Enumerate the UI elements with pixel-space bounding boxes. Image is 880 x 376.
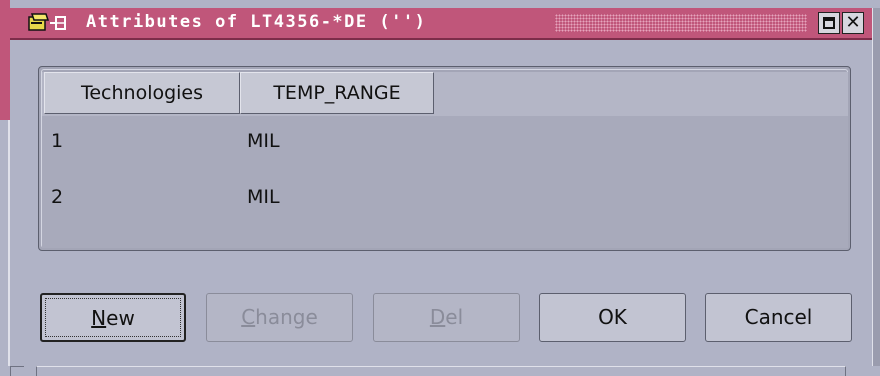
title-bar-pattern bbox=[555, 14, 807, 32]
pin-icon bbox=[50, 16, 66, 30]
temp-range-value[interactable]: MIL bbox=[247, 130, 280, 152]
window-frame-bottom bbox=[0, 366, 880, 376]
attributes-dialog: Attributes of LT4356-*DE ('') ✕ Technolo… bbox=[0, 0, 880, 376]
maximize-button[interactable] bbox=[818, 12, 840, 34]
delete-button-mnemonic: D bbox=[429, 305, 446, 329]
close-icon: ✕ bbox=[845, 12, 861, 33]
delete-button-label: el bbox=[445, 305, 464, 329]
change-button[interactable]: Change bbox=[206, 293, 353, 342]
table-row[interactable]: 2 MIL bbox=[42, 172, 848, 228]
window-frame-right bbox=[872, 8, 880, 376]
window-title: Attributes of LT4356-*DE ('') bbox=[86, 12, 427, 32]
row-index: 1 bbox=[51, 130, 64, 152]
folder-icon bbox=[28, 13, 50, 31]
focus-indicator bbox=[45, 298, 181, 337]
change-button-mnemonic: C bbox=[241, 305, 256, 329]
new-button[interactable]: New bbox=[40, 293, 186, 342]
column-header-technologies[interactable]: Technologies bbox=[44, 72, 240, 114]
resize-handle-bottom[interactable] bbox=[36, 366, 846, 376]
row-index: 2 bbox=[51, 186, 64, 208]
cancel-button[interactable]: Cancel bbox=[705, 293, 852, 342]
column-header-temp-range[interactable]: TEMP_RANGE bbox=[240, 72, 434, 114]
temp-range-value[interactable]: MIL bbox=[247, 186, 280, 208]
ok-button[interactable]: OK bbox=[539, 293, 686, 342]
window-frame-left bbox=[8, 120, 10, 376]
title-bar[interactable]: Attributes of LT4356-*DE ('') ✕ bbox=[10, 8, 872, 40]
resize-handle-left[interactable] bbox=[10, 366, 24, 376]
window-frame-left-accent bbox=[0, 0, 10, 120]
table-header: Technologies TEMP_RANGE bbox=[42, 72, 848, 116]
delete-button[interactable]: Del bbox=[373, 293, 520, 342]
close-button[interactable]: ✕ bbox=[842, 12, 864, 34]
maximize-icon bbox=[823, 17, 835, 29]
attributes-table[interactable]: Technologies TEMP_RANGE 1 MIL 2 MIL bbox=[42, 72, 848, 248]
table-row[interactable]: 1 MIL bbox=[42, 116, 848, 172]
change-button-label: hange bbox=[255, 305, 318, 329]
